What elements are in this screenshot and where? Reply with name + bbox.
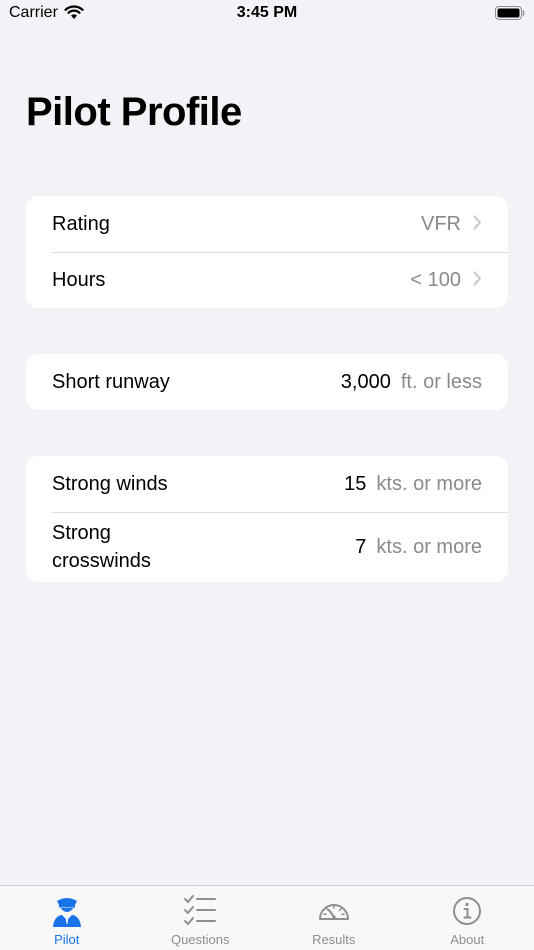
tab-pilot[interactable]: Pilot xyxy=(0,886,134,950)
rating-label: Rating xyxy=(52,213,110,235)
tab-about[interactable]: About xyxy=(401,886,534,950)
short-runway-value[interactable]: 3,000 xyxy=(341,371,391,394)
strong-winds-unit: kts. or more xyxy=(376,472,482,495)
status-time: 3:45 PM xyxy=(236,4,298,21)
tab-results[interactable]: Results xyxy=(267,886,401,950)
short-runway-row[interactable]: Short runway 3,000 ft. or less xyxy=(26,354,508,410)
strong-winds-label: Strong winds xyxy=(52,473,168,495)
tab-bar: Pilot Questions Results About xyxy=(0,885,534,950)
checklist-icon xyxy=(183,894,217,928)
profile-group: Rating VFR Hours < 100 xyxy=(26,196,508,308)
hours-value: < 100 xyxy=(410,268,461,291)
strong-crosswinds-value[interactable]: 7 xyxy=(355,536,366,559)
tab-pilot-label: Pilot xyxy=(54,932,80,947)
tab-questions[interactable]: Questions xyxy=(134,886,268,950)
strong-winds-value[interactable]: 15 xyxy=(344,473,366,496)
tab-results-label: Results xyxy=(312,932,356,947)
page-title: Pilot Profile xyxy=(26,90,242,134)
tab-about-label: About xyxy=(450,932,485,947)
tab-questions-label: Questions xyxy=(170,932,230,947)
strong-winds-row[interactable]: Strong winds 15 kts. or more xyxy=(26,456,508,512)
rating-row[interactable]: Rating VFR xyxy=(26,196,508,252)
strong-crosswinds-unit: kts. or more xyxy=(376,535,482,558)
status-bar: Carrier 3:45 PM xyxy=(0,0,534,30)
chevron-right-icon xyxy=(473,213,482,236)
short-runway-unit: ft. or less xyxy=(400,370,482,393)
pilot-icon xyxy=(50,894,84,928)
strong-crosswinds-row[interactable]: Strong crosswinds 7 kts. or more xyxy=(26,512,508,582)
chevron-right-icon xyxy=(473,269,482,292)
gauge-icon xyxy=(317,894,351,928)
strong-crosswinds-label: Strong crosswinds xyxy=(52,522,151,572)
rating-value: VFR xyxy=(421,212,461,235)
runway-group: Short runway 3,000 ft. or less xyxy=(26,354,508,410)
battery-icon xyxy=(495,6,525,25)
winds-group: Strong winds 15 kts. or more Strong cros… xyxy=(26,456,508,582)
info-icon xyxy=(450,894,484,928)
short-runway-label: Short runway xyxy=(52,371,170,393)
hours-row[interactable]: Hours < 100 xyxy=(26,252,508,308)
hours-label: Hours xyxy=(52,269,106,291)
